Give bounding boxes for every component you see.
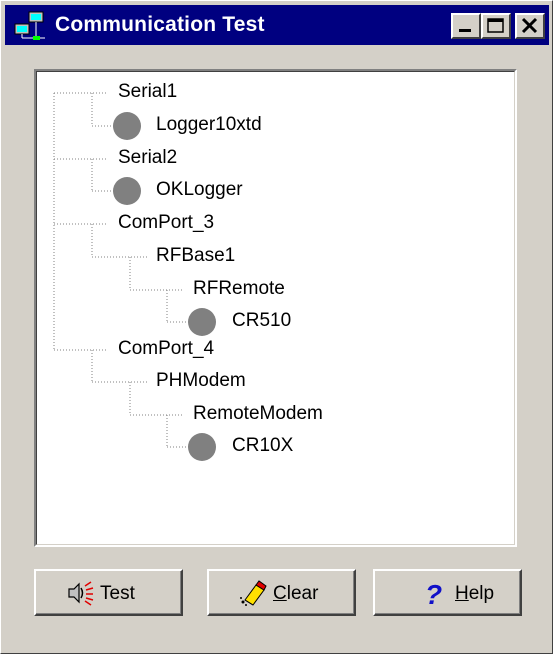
tree-connector-lines — [53, 92, 216, 461]
minimize-icon — [459, 29, 471, 32]
network-app-icon — [14, 11, 45, 40]
clear-button[interactable]: Clear — [207, 569, 356, 616]
clear-label-rest: lear — [286, 583, 319, 604]
tree-node-cr10x[interactable]: CR10X — [232, 435, 293, 457]
tree-node-comport3[interactable]: ComPort_3 — [118, 212, 214, 234]
window-title: Communication Test — [55, 13, 265, 36]
tree-node-logger10xtd[interactable]: Logger10xtd — [156, 114, 262, 136]
title-bar[interactable]: Communication Test — [5, 5, 549, 45]
communication-test-window: Communication Test Serial1 Logger10xtd S… — [0, 0, 553, 654]
help-button-label: Help — [455, 583, 494, 605]
minimize-button[interactable] — [451, 13, 481, 39]
clear-button-label: Clear — [273, 583, 318, 605]
maximize-icon — [487, 18, 504, 33]
speaker-icon — [68, 581, 94, 606]
tree-node-comport4[interactable]: ComPort_4 — [118, 338, 214, 360]
device-node-icon — [113, 112, 141, 140]
test-button-label: Test — [100, 583, 135, 604]
tree-node-phmodem[interactable]: PHModem — [156, 370, 246, 392]
tree-node-rfbase1[interactable]: RFBase1 — [156, 245, 235, 267]
tree-node-cr510[interactable]: CR510 — [232, 310, 291, 332]
help-button[interactable]: ? Help — [373, 569, 522, 616]
close-icon — [521, 17, 538, 34]
maximize-button[interactable] — [481, 13, 511, 39]
device-tree[interactable]: Serial1 Logger10xtd Serial2 OKLogger Com… — [34, 69, 517, 547]
tree-node-remotemodem[interactable]: RemoteModem — [193, 403, 323, 425]
close-button[interactable] — [515, 13, 545, 39]
question-icon: ? — [425, 580, 442, 606]
device-node-icon — [113, 177, 141, 205]
test-button[interactable]: Test — [34, 569, 183, 616]
tree-node-serial2[interactable]: Serial2 — [118, 147, 177, 169]
eraser-icon — [240, 580, 267, 606]
svg-text:?: ? — [425, 580, 442, 606]
device-node-icon — [188, 308, 216, 336]
device-node-icon — [188, 433, 216, 461]
tree-node-oklogger[interactable]: OKLogger — [156, 179, 243, 201]
clear-mnemonic: C — [273, 583, 287, 604]
tree-node-rfremote[interactable]: RFRemote — [193, 278, 285, 300]
help-label-rest: elp — [468, 583, 495, 604]
help-mnemonic: H — [455, 583, 469, 604]
tree-node-serial1[interactable]: Serial1 — [118, 81, 177, 103]
